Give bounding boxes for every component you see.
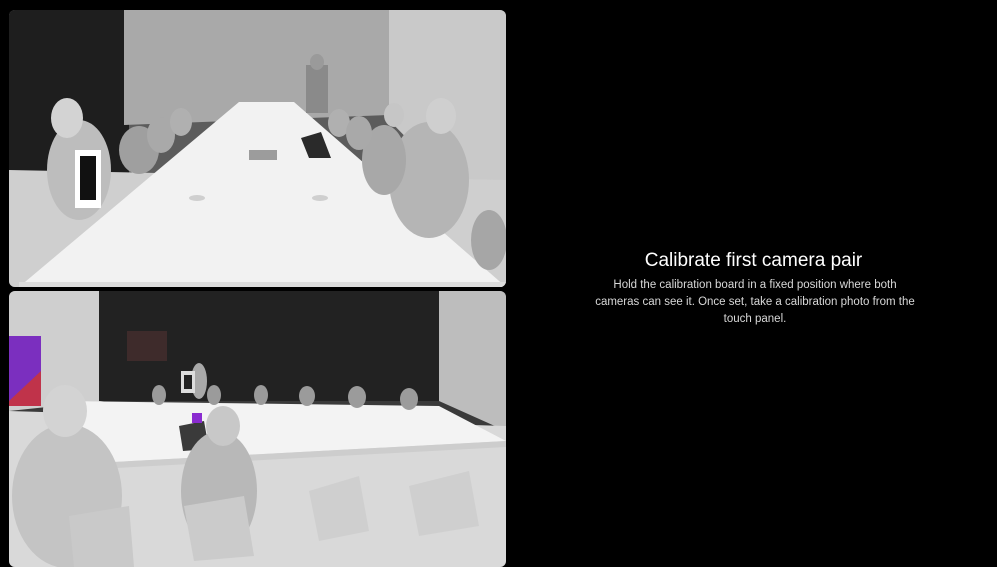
camera-1-scene	[9, 10, 506, 287]
camera-2-scene	[9, 291, 506, 567]
instruction-description: Hold the calibration board in a fixed po…	[595, 279, 915, 325]
instruction-panel: Calibrate first camera pair Hold the cal…	[510, 0, 997, 567]
camera-1-feed	[9, 10, 506, 287]
camera-2-feed	[9, 291, 506, 567]
instruction-title: Calibrate first camera pair	[644, 250, 863, 271]
